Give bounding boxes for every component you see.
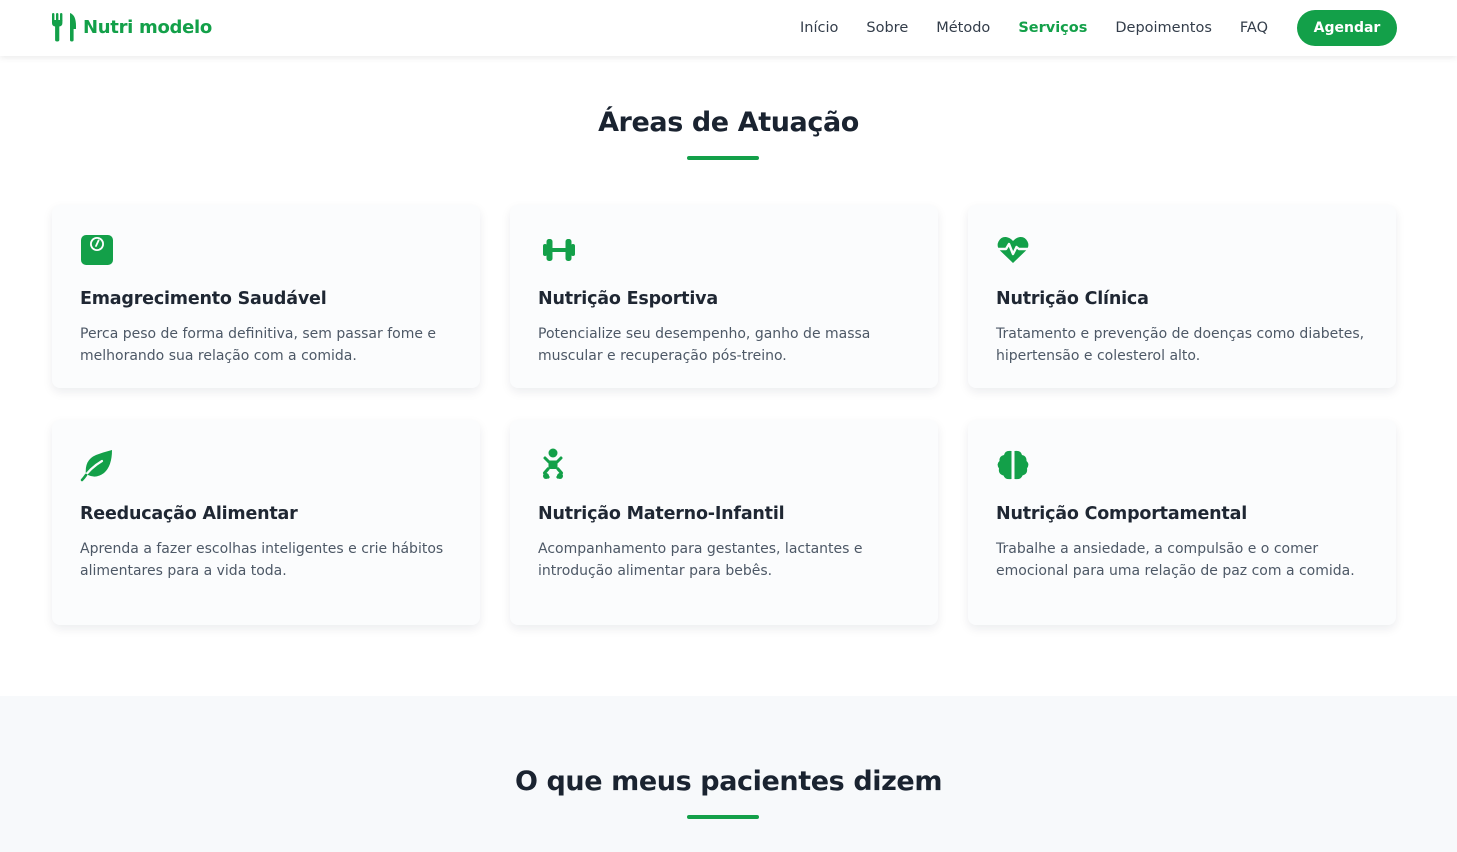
service-card-maternal: Nutrição Materno-Infantil Acompanhamento…	[510, 420, 938, 625]
service-card-clinical: Nutrição Clínica Tratamento e prevenção …	[968, 205, 1396, 388]
card-description: Potencialize seu desempenho, ganho de ma…	[538, 326, 871, 364]
card-description: Aprenda a fazer escolhas inteligentes e …	[80, 541, 444, 579]
card-title: Nutrição Materno-Infantil	[538, 504, 785, 524]
testimonials-section-title: O que meus pacientes dizem	[514, 766, 943, 797]
card-description: Perca peso de forma definitiva, sem pass…	[80, 326, 437, 364]
service-card-reeducation: Reeducação Alimentar Aprenda a fazer esc…	[52, 420, 480, 625]
nav-link-servicos[interactable]: Serviços	[1018, 20, 1087, 36]
service-card-behavioral: Nutrição Comportamental Trabalhe a ansie…	[968, 420, 1396, 625]
card-title: Reeducação Alimentar	[80, 504, 298, 524]
title-underline	[687, 156, 759, 160]
card-title: Nutrição Clínica	[996, 289, 1149, 309]
card-description: Tratamento e prevenção de doenças como d…	[996, 326, 1365, 364]
weight-scale-icon	[81, 235, 113, 265]
card-title: Emagrecimento Saudável	[80, 289, 327, 309]
nav-link-faq[interactable]: FAQ	[1240, 20, 1268, 36]
title-underline	[687, 815, 759, 819]
nav-link-sobre[interactable]: Sobre	[866, 20, 908, 36]
dumbbell-icon	[543, 239, 575, 261]
leaf-icon	[80, 450, 112, 482]
nav-link-metodo[interactable]: Método	[936, 20, 990, 36]
brand-logo-link[interactable]: Nutri modelo	[51, 12, 212, 42]
service-card-weight-loss: Emagrecimento Saudável Perca peso de for…	[52, 205, 480, 388]
navbar: Nutri modelo Início Sobre Método Serviço…	[0, 0, 1457, 56]
card-description: Acompanhamento para gestantes, lactantes…	[538, 541, 863, 579]
main-nav: Início Sobre Método Serviços Depoimentos…	[772, 0, 1268, 56]
nav-link-inicio[interactable]: Início	[800, 20, 838, 36]
schedule-button[interactable]: Agendar	[1297, 10, 1397, 46]
baby-icon	[542, 448, 564, 479]
brain-icon	[997, 450, 1029, 480]
brand-name: Nutri modelo	[83, 16, 212, 38]
card-title: Nutrição Esportiva	[538, 289, 718, 309]
card-description: Trabalhe a ansiedade, a compulsão e o co…	[996, 541, 1355, 579]
service-card-sports: Nutrição Esportiva Potencialize seu dese…	[510, 205, 938, 388]
card-title: Nutrição Comportamental	[996, 504, 1247, 524]
heart-pulse-icon	[996, 236, 1030, 263]
areas-section-title: Áreas de Atuação	[598, 107, 859, 138]
nav-link-depoimentos[interactable]: Depoimentos	[1115, 20, 1212, 36]
utensils-icon	[52, 13, 76, 42]
